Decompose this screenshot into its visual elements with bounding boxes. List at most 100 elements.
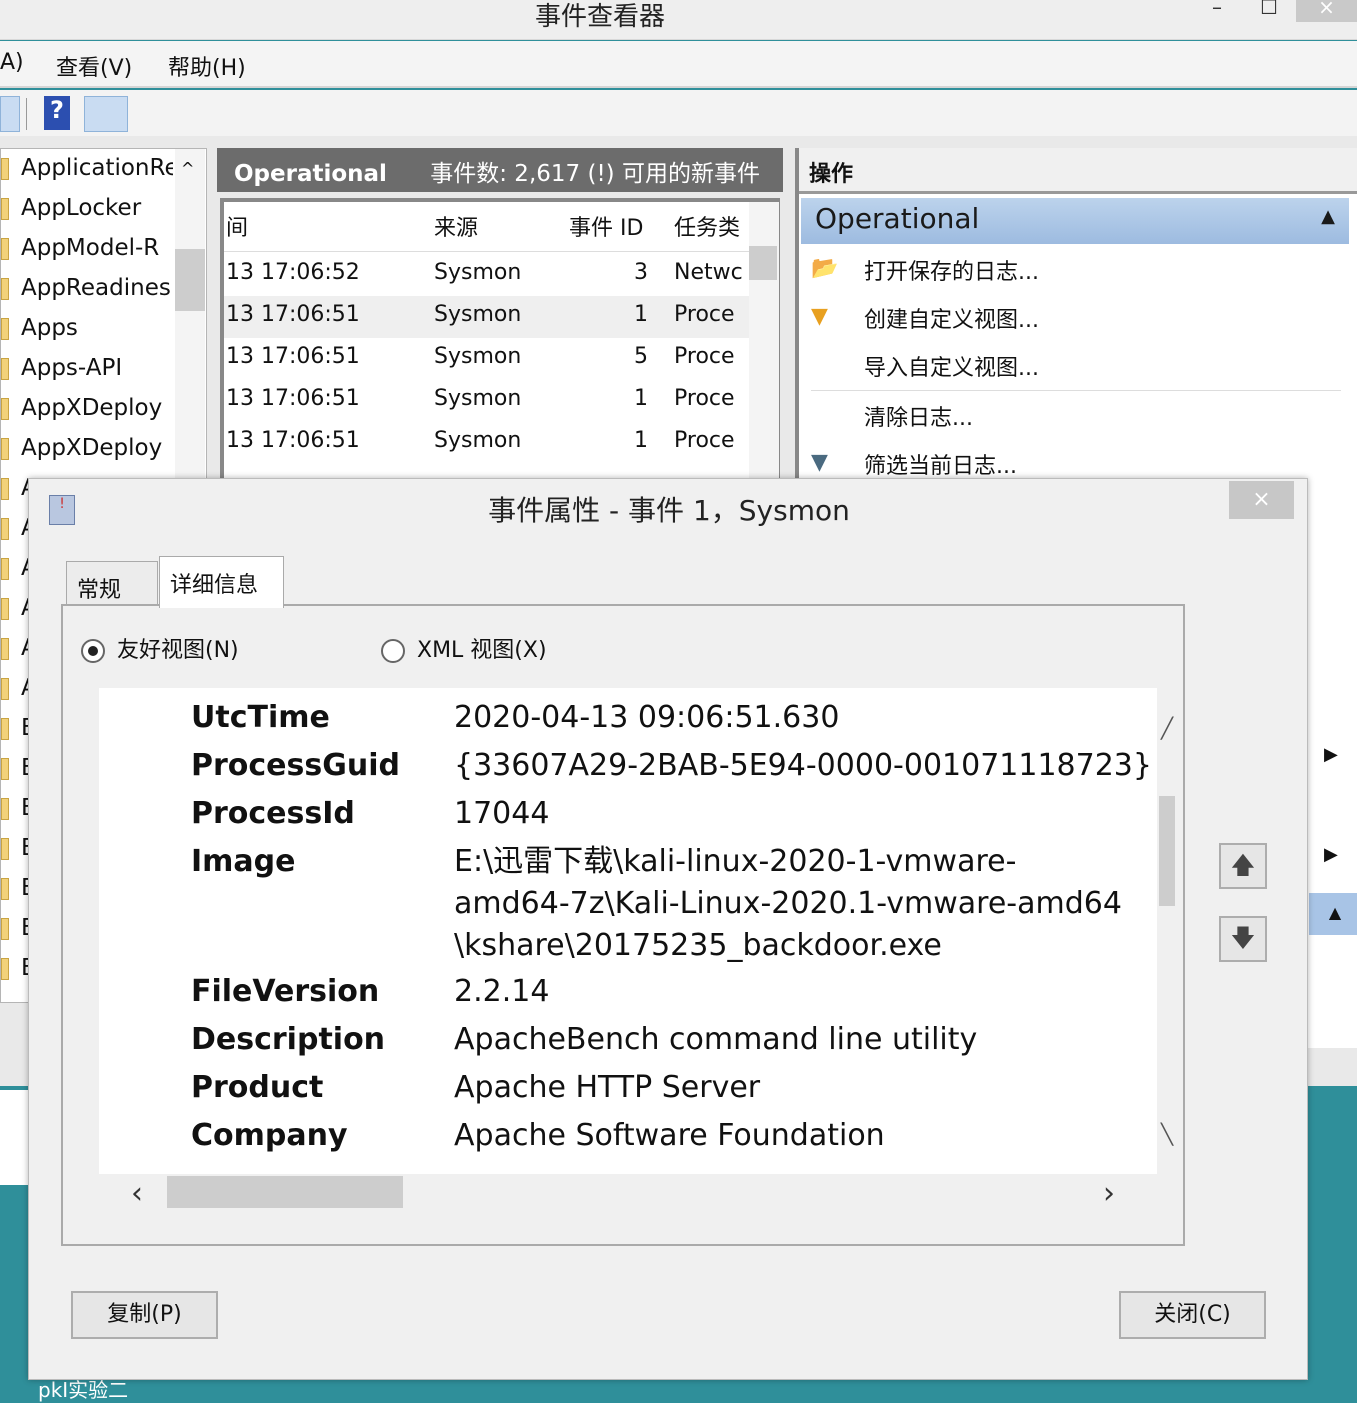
field-value: {33607A29-2BAB-5E94-0000-001071118723} [454, 748, 1152, 783]
table-cell: Sysmon [434, 260, 522, 285]
actions-header: 操作 [799, 148, 1357, 194]
divider [811, 390, 1341, 391]
collapse-icon[interactable]: ▲ [1309, 893, 1357, 935]
menu-view[interactable]: 查看(V) [56, 50, 132, 82]
action-filter-log[interactable]: 筛选当前日志... [864, 448, 1017, 480]
scroll-right-icon[interactable]: › [1103, 1176, 1115, 1211]
folder-icon [1, 957, 9, 980]
field-key: Description [191, 1022, 386, 1057]
dialog-close-button[interactable]: × [1229, 481, 1294, 519]
folder-icon [1, 357, 9, 380]
folder-icon [1, 557, 9, 580]
vertical-scroll-thumb[interactable] [1159, 796, 1175, 906]
table-row[interactable]: 13 17:06:51 Sysmon 1 Proce [224, 422, 749, 464]
tree-item[interactable]: AppModel-R [1, 235, 173, 275]
folder-icon [1, 157, 9, 180]
tree-item[interactable]: AppReadines [1, 275, 173, 315]
table-row[interactable]: 13 17:06:51 Sysmon 1 Proce [224, 380, 749, 422]
table-cell: 13 17:06:51 [226, 302, 360, 327]
field-key: ProcessGuid [191, 748, 400, 783]
horizontal-scroll-thumb[interactable] [167, 1176, 403, 1208]
show-tree-icon[interactable] [0, 96, 20, 132]
tab-details[interactable]: 详细信息 [159, 556, 284, 608]
tree-item[interactable]: AppXDeploy [1, 395, 173, 435]
field-key: Company [191, 1118, 348, 1153]
log-header: Operational 事件数: 2,617 (!) 可用的新事件 [217, 148, 783, 192]
dialog-title: 事件属性 - 事件 1，Sysmon [488, 494, 850, 527]
col-source[interactable]: 来源 [434, 210, 478, 252]
close-window-button[interactable]: × [1296, 0, 1357, 22]
folder-icon [1, 437, 9, 460]
tree-item[interactable]: Apps [1, 315, 173, 355]
col-event-id[interactable]: 事件 ID [569, 210, 643, 252]
scroll-up-icon[interactable]: ^ [181, 159, 194, 178]
folder-icon [1, 837, 9, 860]
table-cell: Proce [674, 344, 735, 369]
friendly-view-radio[interactable]: 友好视图(N) [81, 632, 239, 664]
action-open-saved-log[interactable]: 打开保存的日志... [864, 254, 1039, 286]
tree-item-label: Apps-API [21, 355, 123, 381]
tree-item[interactable]: Apps-API [1, 355, 173, 395]
actions-section-operational[interactable]: Operational ▲ [801, 198, 1349, 244]
submenu-arrow-icon[interactable]: ▶ [1324, 744, 1338, 765]
copy-button[interactable]: 复制(P) [71, 1291, 218, 1339]
filter-icon: ▼ [811, 450, 828, 475]
tree-item-label: AppLocker [21, 195, 142, 221]
tree-item-label: AppXDeploy [21, 395, 163, 421]
folder-icon [1, 797, 9, 820]
menu-bar: A) 查看(V) 帮助(H) [0, 41, 1357, 88]
table-cell: 13 17:06:51 [226, 344, 360, 369]
table-cell: Proce [674, 428, 735, 453]
scroll-left-icon[interactable]: ‹ [131, 1176, 143, 1211]
table-cell: Proce [674, 302, 735, 327]
col-time[interactable]: 间 [226, 210, 248, 252]
open-folder-icon: 📂 [811, 256, 839, 281]
action-import-custom-view[interactable]: 导入自定义视图... [864, 350, 1039, 382]
next-event-button[interactable]: 🡇 [1219, 916, 1267, 962]
field-value: E:\迅雷下载\kali-linux-2020-1-vmware- [454, 844, 1017, 879]
table-scrollbar[interactable] [749, 202, 779, 492]
maximize-button[interactable]: ☐ [1244, 0, 1294, 22]
tree-item[interactable]: AppLocker [1, 195, 173, 235]
table-row[interactable]: 13 17:06:51 Sysmon 5 Proce [224, 338, 749, 380]
previous-event-button[interactable]: 🡅 [1219, 843, 1267, 889]
minimize-button[interactable]: – [1192, 0, 1242, 22]
tree-item-label: Apps [21, 315, 78, 341]
folder-icon [1, 597, 9, 620]
events-table: 间 来源 事件 ID 任务类 13 17:06:52 Sysmon 3 Netwc 13… [220, 198, 780, 492]
table-header: 间 来源 事件 ID 任务类 [224, 202, 749, 252]
table-cell: 13 17:06:51 [226, 386, 360, 411]
folder-icon [1, 637, 9, 660]
details-panel: 友好视图(N) XML 视图(X) UtcTime 2020-04-13 09:0… [61, 604, 1185, 1246]
menu-help[interactable]: 帮助(H) [168, 50, 246, 82]
close-button[interactable]: 关闭(C) [1119, 1291, 1266, 1339]
action-create-custom-view[interactable]: 创建自定义视图... [864, 302, 1039, 334]
field-value: Apache HTTP Server [454, 1070, 761, 1105]
scroll-down-icon[interactable]: ╲ [1161, 1122, 1173, 1146]
folder-icon [1, 397, 9, 420]
table-cell: Sysmon [434, 344, 522, 369]
table-scroll-thumb[interactable] [749, 246, 777, 280]
xml-view-radio[interactable]: XML 视图(X) [381, 632, 547, 664]
field-value: \kshare\20175235_backdoor.exe [454, 928, 942, 963]
table-cell: 1 [634, 428, 648, 453]
show-action-pane-icon[interactable] [84, 96, 128, 132]
tree-item[interactable]: AppXDeploy [1, 435, 173, 475]
tree-scroll-thumb[interactable] [175, 249, 205, 311]
field-value: ApacheBench command line utility [454, 1022, 978, 1057]
field-value: amd64-7z\Kali-Linux-2020.1-vmware-amd64 [454, 886, 1122, 921]
table-row[interactable]: 13 17:06:52 Sysmon 3 Netwc [224, 254, 749, 296]
action-clear-log[interactable]: 清除日志... [864, 400, 973, 432]
folder-icon [1, 317, 9, 340]
menu-action[interactable]: A) [0, 50, 24, 75]
tree-item[interactable]: ApplicationRe [1, 155, 173, 195]
help-icon[interactable]: ? [44, 96, 70, 130]
col-task[interactable]: 任务类 [674, 210, 740, 252]
table-cell: 5 [634, 344, 648, 369]
folder-icon [1, 877, 9, 900]
collapse-icon[interactable]: ▲ [1321, 206, 1335, 227]
event-details-content: UtcTime 2020-04-13 09:06:51.630 ProcessGui… [99, 688, 1157, 1174]
table-row[interactable]: 13 17:06:51 Sysmon 1 Proce [224, 296, 749, 338]
submenu-arrow-icon[interactable]: ▶ [1324, 844, 1338, 865]
scroll-up-icon[interactable]: ╱ [1161, 716, 1173, 740]
